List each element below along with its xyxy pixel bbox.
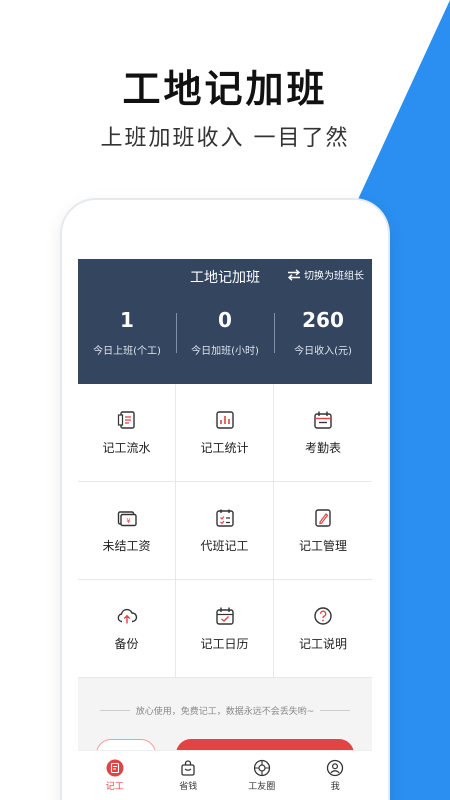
checklist-icon [215,509,234,527]
stat-label: 今日加班(小时) [191,346,259,357]
grid-item-label: 记工流水 [102,441,151,455]
stat-overtime[interactable]: 0 今日加班(小时) [176,307,274,367]
stat-work[interactable]: 1 今日上班(个工) [78,307,176,367]
ledger-icon [117,411,135,429]
grid-item-label: 记工说明 [298,637,347,651]
grid-item-backup[interactable]: 备份 [78,580,176,678]
swap-icon [287,268,301,281]
stat-label: 今日收入(元) [294,346,352,357]
grid-item-unpaid-wages[interactable]: ¥ 未结工资 [78,482,176,580]
stat-value: 1 [120,308,134,332]
grid-item-attendance[interactable]: 考勤表 [274,384,372,482]
record-icon [106,759,124,777]
promo-subtitle: 上班加班收入 一目了然 [100,126,350,151]
edit-icon [315,509,331,527]
grid-item-label: 考勤表 [304,441,341,455]
tab-label: 记工 [105,782,124,792]
cloud-upload-icon [117,608,137,624]
calendar-check-icon [215,607,234,625]
stat-income[interactable]: 260 今日收入(元) [274,307,372,367]
bottom-tab-bar: 记工 省钱 工友圈 我 [78,750,372,800]
grid-item-label: 代班记工 [200,539,249,553]
tab-record[interactable]: 记工 [78,751,152,800]
feature-grid: 记工流水 记工统计 考勤表 ¥ 未结工资 代班记工 记工管理 备份 记工日历 记… [78,384,372,678]
reassurance-note: 放心使用，免费记工，数据永远不会丢失哟~ [78,704,372,717]
switch-role-button[interactable]: 切换为班组长 [287,267,364,282]
stat-value: 260 [302,308,344,332]
switch-role-label: 切换为班组长 [304,271,364,282]
user-icon [327,759,344,777]
grid-item-label: 记工统计 [200,441,249,455]
grid-item-record-management[interactable]: 记工管理 [274,482,372,580]
grid-item-label: 记工管理 [298,539,347,553]
grid-item-instructions[interactable]: 记工说明 [274,580,372,678]
tab-label: 我 [330,782,340,792]
grid-item-label: 未结工资 [102,539,151,553]
wallet-icon: ¥ [117,511,137,527]
tab-label: 工友圈 [248,782,276,792]
grid-item-proxy-record[interactable]: 代班记工 [176,482,274,580]
svg-text:¥: ¥ [126,517,131,525]
grid-item-ledger[interactable]: 记工流水 [78,384,176,482]
stat-label: 今日上班(个工) [93,346,161,357]
grid-item-label: 备份 [114,637,139,651]
tab-community[interactable]: 工友圈 [225,751,299,800]
grid-item-record-calendar[interactable]: 记工日历 [176,580,274,678]
grid-item-label: 记工日历 [200,637,249,651]
community-icon [253,759,270,777]
tab-label: 省钱 [179,782,198,792]
tab-me[interactable]: 我 [299,751,373,800]
calendar-icon [314,411,332,429]
grid-item-statistics[interactable]: 记工统计 [176,384,274,482]
help-icon [314,607,332,625]
bag-icon [181,760,195,776]
app-screen: 工地记加班 切换为班组长 1 今日上班(个工) 0 今日加班(小时) 260 今… [78,259,372,800]
statistics-icon [215,411,234,429]
stat-value: 0 [218,308,232,332]
promo-title: 工地记加班 [122,67,328,111]
tab-save-money[interactable]: 省钱 [152,751,226,800]
today-stats: 1 今日上班(个工) 0 今日加班(小时) 260 今日收入(元) [78,307,372,367]
app-header: 工地记加班 切换为班组长 1 今日上班(个工) 0 今日加班(小时) 260 今… [78,259,372,384]
